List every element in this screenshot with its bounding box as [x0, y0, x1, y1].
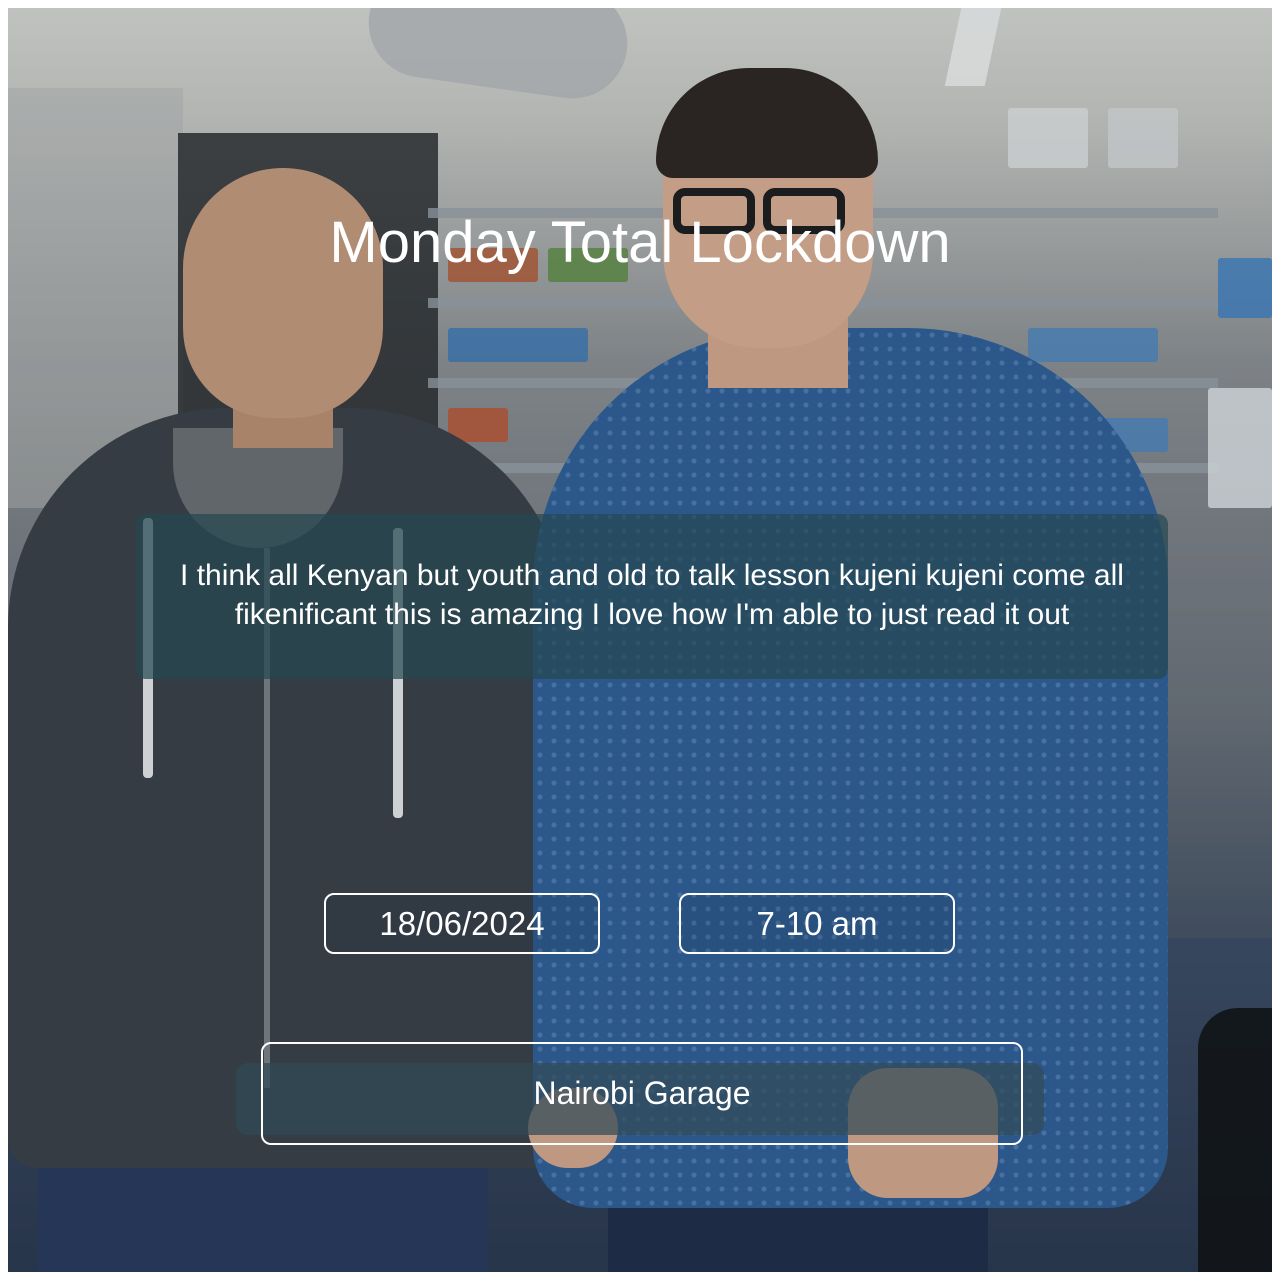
event-location-button[interactable]: Nairobi Garage: [261, 1042, 1023, 1145]
event-title: Monday Total Lockdown: [329, 210, 951, 275]
event-time-field[interactable]: 7-10 am: [679, 893, 955, 954]
event-card: Monday Total Lockdown I think all Kenyan…: [8, 8, 1272, 1272]
event-date-field[interactable]: 18/06/2024: [324, 893, 600, 954]
event-message: I think all Kenyan but youth and old to …: [180, 559, 1124, 631]
event-message-box: I think all Kenyan but youth and old to …: [136, 514, 1168, 679]
